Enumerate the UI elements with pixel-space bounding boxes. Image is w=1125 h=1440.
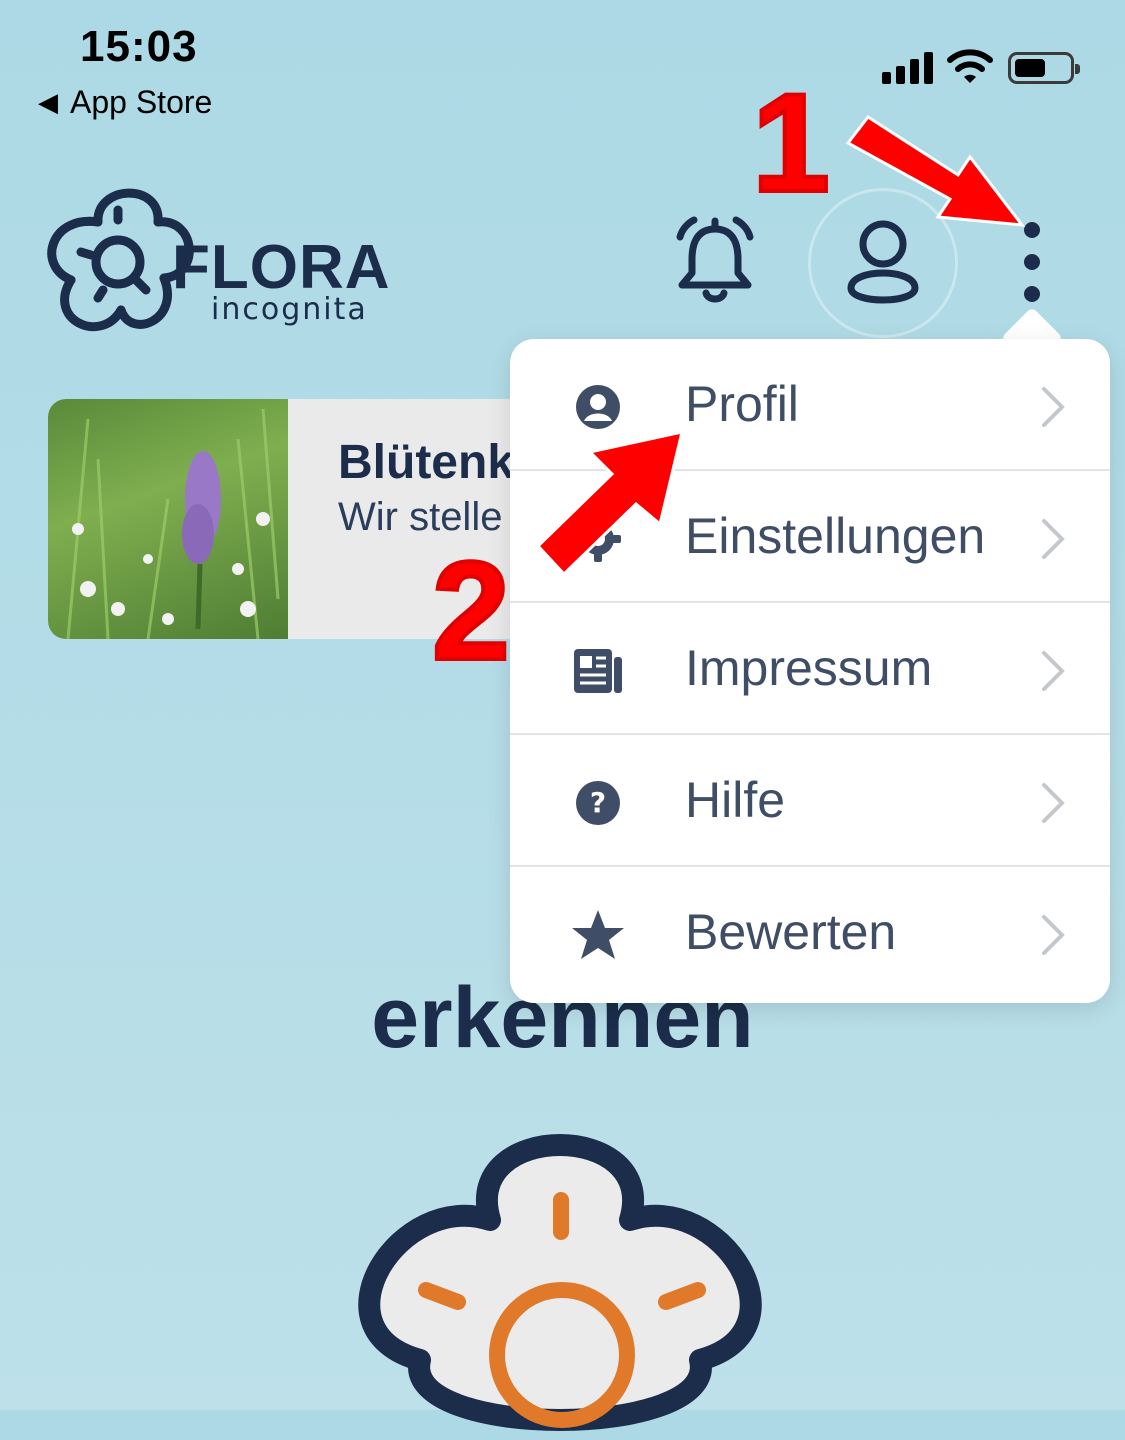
chevron-right-icon	[1042, 387, 1065, 427]
chevron-right-icon	[1042, 651, 1065, 691]
question-circle-icon: ?	[570, 775, 626, 831]
battery-icon	[1008, 52, 1080, 84]
flora-incognita-logo: FLORA incognita	[46, 180, 390, 345]
wifi-icon	[947, 49, 993, 83]
news-card-title: Blütenk	[338, 436, 515, 489]
annotation-step-2: 2	[430, 530, 512, 691]
back-triangle-icon: ◀	[38, 87, 58, 117]
newspaper-icon	[570, 643, 626, 699]
menu-item-label: Hilfe	[685, 772, 786, 828]
logo-subtitle: incognita	[211, 292, 368, 327]
annotation-arrow-1-icon	[845, 114, 1026, 227]
menu-item-label: Impressum	[685, 640, 933, 696]
chevron-right-icon	[1042, 783, 1065, 823]
chevron-right-icon	[1042, 519, 1065, 559]
menu-item-hilfe[interactable]: ? Hilfe	[510, 735, 1110, 867]
user-circle-icon	[570, 379, 626, 435]
star-icon	[570, 907, 626, 963]
back-to-app-store-link[interactable]: ◀ App Store	[38, 84, 212, 121]
menu-item-label: Profil	[685, 376, 799, 432]
chevron-right-icon	[1042, 915, 1065, 955]
status-time: 15:03	[80, 22, 198, 71]
svg-text:?: ?	[590, 786, 606, 819]
back-label: App Store	[70, 84, 213, 120]
menu-item-bewerten[interactable]: Bewerten	[510, 867, 1110, 999]
identify-plant-flower-icon[interactable]	[340, 1110, 780, 1440]
alarm-bell-icon[interactable]	[670, 215, 760, 307]
cellular-signal-icon	[882, 52, 933, 84]
annotation-arrow-2-icon	[535, 430, 685, 577]
menu-item-label: Einstellungen	[685, 508, 986, 564]
menu-item-label: Bewerten	[685, 904, 897, 960]
annotation-step-1: 1	[750, 62, 832, 223]
menu-item-impressum[interactable]: Impressum	[510, 603, 1110, 735]
news-card-image	[48, 399, 288, 639]
